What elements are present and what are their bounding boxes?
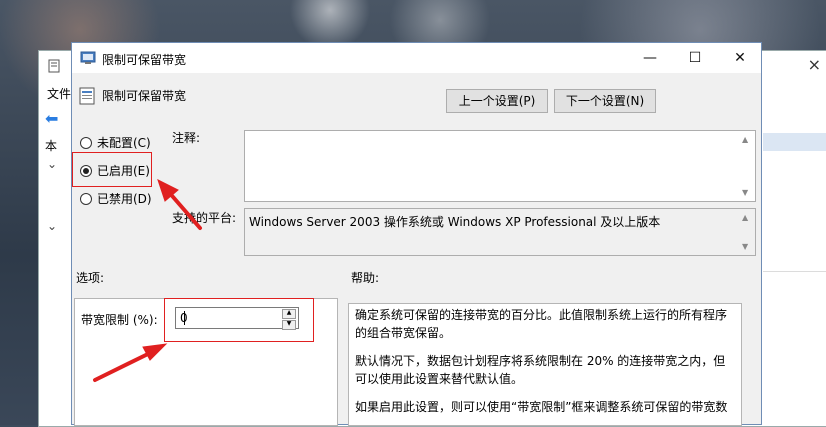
annotation-arrows: [93, 179, 202, 382]
arrow-line-bandwidth: [93, 350, 154, 382]
arrow-head-bandwidth: [142, 343, 168, 361]
